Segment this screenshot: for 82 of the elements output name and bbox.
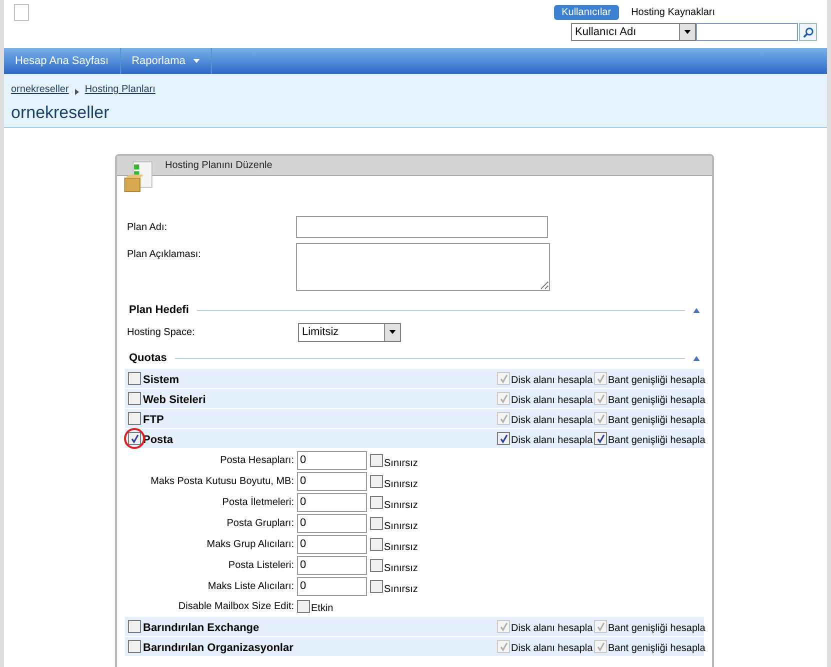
option-label: Disk alanı hesapla xyxy=(511,414,593,428)
section-heading: Quotas xyxy=(129,350,167,366)
quota-checkbox[interactable] xyxy=(128,372,141,385)
option-label: Disk alanı hesapla xyxy=(511,434,593,448)
image-placeholder xyxy=(14,4,29,21)
quota-name: Barındırılan Exchange xyxy=(143,621,260,636)
option-label: Bant genişliği hesapla xyxy=(608,622,706,636)
name-field[interactable] xyxy=(296,216,548,238)
option-checkbox[interactable] xyxy=(370,475,383,488)
option-label: Bant genişliği hesapla xyxy=(608,414,706,428)
option-label: Sınırsız xyxy=(384,582,418,596)
option-checkbox[interactable] xyxy=(594,432,607,445)
option-label: Bant genişliği hesapla xyxy=(608,394,706,408)
quota-checkbox[interactable] xyxy=(128,640,141,653)
quota-field[interactable]: 0 xyxy=(297,577,367,596)
header-tab[interactable]: Hosting Kaynakları xyxy=(629,5,717,20)
option-label: Disk alanı hesapla xyxy=(511,642,593,656)
quota-name: FTP xyxy=(143,413,165,428)
option-checkbox[interactable] xyxy=(370,517,383,530)
field-label: Plan Adı: xyxy=(127,221,168,235)
field-label: Maks Posta Kutusu Boyutu, MB: xyxy=(150,475,295,489)
collapse-icon[interactable] xyxy=(693,308,700,312)
page-title: ornekreseller xyxy=(11,102,110,124)
hosting-space-select[interactable]: Limitsiz xyxy=(298,322,401,342)
field-label: Plan Açıklaması: xyxy=(127,248,202,262)
option-label: Sınırsız xyxy=(384,520,418,534)
option-label: Sınırsız xyxy=(384,540,418,554)
quota-name: Sistem xyxy=(143,373,180,388)
search-icon xyxy=(802,26,814,38)
option-checkbox[interactable] xyxy=(370,496,383,509)
field-label: Posta İletmeleri: xyxy=(221,495,295,510)
breadcrumb-arrow-icon xyxy=(74,88,79,94)
field-label: Posta Hesapları: xyxy=(219,454,295,468)
quota-checkbox[interactable] xyxy=(128,412,141,425)
breadcrumb-link[interactable]: Hosting Planları xyxy=(84,82,156,97)
search-type-select[interactable]: Kullanıcı Adı xyxy=(571,23,696,41)
quota-field[interactable]: 0 xyxy=(297,535,367,554)
option-checkbox[interactable] xyxy=(497,432,510,445)
option-label: Sınırsız xyxy=(384,562,418,576)
option-checkbox[interactable] xyxy=(370,559,383,572)
option-label: Bant genişliği hesapla xyxy=(608,374,706,388)
field-label: Posta Listeleri: xyxy=(227,559,295,573)
option-checkbox[interactable] xyxy=(370,454,383,467)
quota-checkbox[interactable] xyxy=(128,432,141,445)
option-label: Sınırsız xyxy=(384,456,418,470)
search-button[interactable] xyxy=(799,23,817,41)
field-label: Hosting Space: xyxy=(127,326,196,340)
option-label: Bant genişliği hesapla xyxy=(608,434,706,448)
option-label: Sınırsız xyxy=(384,498,418,512)
field-label: Maks Liste Alıcıları: xyxy=(206,580,295,594)
option-label: Bant genişliği hesapla xyxy=(608,642,706,656)
check-icon xyxy=(130,434,140,444)
quota-name: Barındırılan Organizasyonlar xyxy=(143,641,294,656)
quota-field[interactable]: 0 xyxy=(297,493,367,512)
quota-field[interactable]: 0 xyxy=(297,514,367,533)
quota-field[interactable]: 0 xyxy=(297,451,367,470)
header-tab[interactable]: Kullanıcılar xyxy=(554,5,620,20)
search-field[interactable] xyxy=(696,23,798,41)
section-heading: Plan Hedefi xyxy=(129,302,189,318)
quota-checkbox[interactable] xyxy=(128,392,141,405)
description-field[interactable] xyxy=(296,243,550,291)
field-label: Disable Mailbox Size Edit: xyxy=(177,600,295,614)
field-label: Posta Grupları: xyxy=(226,517,295,531)
option-label: Disk alanı hesapla xyxy=(511,394,593,408)
panel-title: Hosting Planını Düzenle xyxy=(165,159,272,173)
option-checkbox[interactable] xyxy=(370,538,383,551)
dropdown-icon xyxy=(389,330,396,334)
quota-name: Web Siteleri xyxy=(143,393,207,408)
option-label: Sınırsız xyxy=(384,478,418,492)
quota-checkbox[interactable] xyxy=(128,620,141,633)
collapse-icon[interactable] xyxy=(693,356,700,360)
quota-field[interactable]: 0 xyxy=(297,556,367,575)
dropdown-icon xyxy=(193,59,200,63)
dropdown-icon xyxy=(684,30,691,34)
quota-field[interactable]: 0 xyxy=(297,472,367,491)
option-label: Disk alanı hesapla xyxy=(511,622,593,636)
option-checkbox[interactable] xyxy=(297,600,310,612)
option-checkbox[interactable] xyxy=(370,580,383,593)
option-label: Etkin xyxy=(311,602,334,616)
field-label: Maks Grup Alıcıları: xyxy=(206,538,295,552)
breadcrumb-link[interactable]: ornekreseller xyxy=(11,82,69,97)
option-label: Disk alanı hesapla xyxy=(511,374,593,388)
